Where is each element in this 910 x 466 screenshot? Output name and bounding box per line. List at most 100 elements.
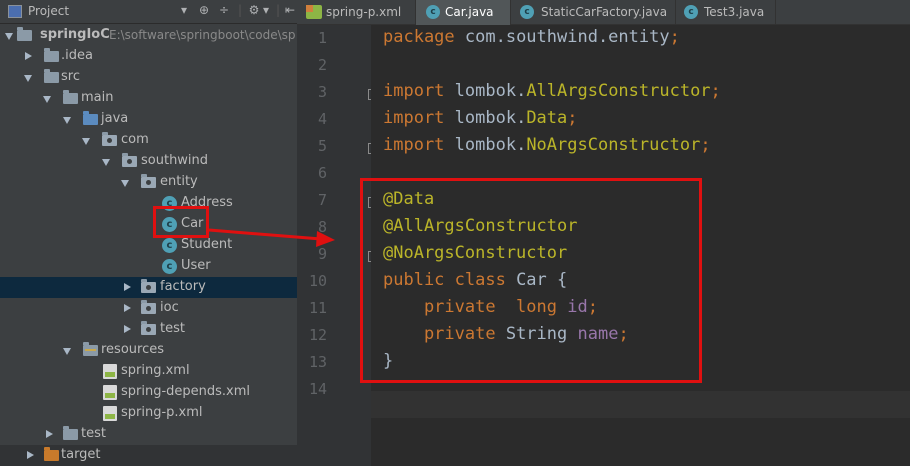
tree-item-label: java [101, 111, 129, 126]
locate-icon[interactable]: ⊕ [196, 3, 212, 17]
tree-item-label: spring-depends.xml [121, 384, 251, 399]
tree-item-address[interactable]: c Address [0, 193, 297, 214]
tree-item-test-package[interactable]: test [0, 319, 297, 340]
tree-item-spring-p-xml[interactable]: spring-p.xml [0, 403, 297, 424]
expanded-arrow-icon[interactable] [24, 75, 32, 82]
xml-file-icon [103, 385, 117, 400]
code-token: package [383, 27, 455, 47]
package-icon [141, 174, 156, 188]
tab-static-car-factory-java[interactable]: c StaticCarFactory.java [511, 0, 676, 25]
line-number: 4 [317, 110, 327, 128]
line-number: 1 [317, 29, 327, 47]
tree-item-spring-depends-xml[interactable]: spring-depends.xml [0, 382, 297, 403]
expanded-arrow-icon[interactable] [63, 117, 71, 124]
tree-item-label: springIoC [40, 27, 110, 42]
excluded-folder-icon [44, 447, 59, 461]
tree-item-user[interactable]: c User [0, 256, 297, 277]
collapsed-arrow-icon[interactable] [124, 304, 131, 312]
xml-file-icon [306, 5, 322, 19]
expanded-arrow-icon[interactable] [121, 180, 129, 187]
package-icon [102, 132, 117, 146]
folder-icon [44, 69, 59, 83]
expanded-arrow-icon[interactable] [43, 96, 51, 103]
expanded-arrow-icon[interactable] [102, 159, 110, 166]
expanded-arrow-icon[interactable] [63, 348, 71, 355]
tree-item-label: User [181, 258, 211, 273]
view-dropdown-icon[interactable]: ▾ [176, 3, 192, 17]
tree-item-ioc[interactable]: ioc [0, 298, 297, 319]
tab-label: spring-p.xml [326, 5, 402, 19]
tree-item-idea[interactable]: .idea [0, 46, 297, 67]
project-icon [8, 5, 22, 18]
line-number: 14 [308, 380, 327, 398]
tree-item-entity[interactable]: entity [0, 172, 297, 193]
tree-item-resources[interactable]: resources [0, 340, 297, 361]
tree-item-test[interactable]: test [0, 424, 297, 445]
tree-item-label: main [81, 90, 114, 105]
tree-item-spring-xml[interactable]: spring.xml [0, 361, 297, 382]
collapse-icon[interactable]: ÷ [216, 3, 232, 17]
tree-item-java[interactable]: java [0, 109, 297, 130]
class-icon: c [520, 5, 534, 19]
expanded-arrow-icon[interactable] [82, 138, 90, 145]
code-token: lombok. [444, 108, 527, 128]
tree-item-label: spring.xml [121, 363, 190, 378]
current-line-highlight [371, 391, 910, 418]
package-icon [122, 153, 137, 167]
collapsed-arrow-icon[interactable] [124, 325, 131, 333]
tab-label: Car.java [445, 5, 494, 19]
hide-panel-icon[interactable]: ⇤ [282, 3, 297, 17]
collapsed-arrow-icon[interactable] [46, 430, 53, 438]
code-token: ; [669, 27, 680, 47]
tab-test3-java[interactable]: c Test3.java [676, 0, 776, 25]
code-token: Data [526, 108, 568, 128]
code-token: import [383, 135, 445, 155]
line-number: 3 [317, 83, 327, 101]
line-number: 13 [308, 353, 327, 371]
tree-item-label: ioc [160, 300, 179, 315]
folder-icon [44, 48, 59, 62]
expanded-arrow-icon[interactable] [5, 33, 13, 40]
tree-item-main[interactable]: main [0, 88, 297, 109]
code-line: import lombok.AllArgsConstructor; [383, 81, 721, 108]
line-number: 11 [308, 299, 327, 317]
collapsed-arrow-icon[interactable] [124, 283, 131, 291]
tree-item-label: southwind [141, 153, 209, 168]
code-token: lombok. [444, 81, 527, 101]
resources-folder-icon [83, 342, 98, 356]
tree-item-label: resources [101, 342, 165, 357]
code-token: lombok. [444, 135, 527, 155]
xml-file-icon [103, 364, 117, 379]
tab-label: StaticCarFactory.java [541, 5, 668, 19]
tree-item-com[interactable]: com [0, 130, 297, 151]
line-number: 5 [317, 137, 327, 155]
tree-item-springioc[interactable]: springIoC E:\software\springboot\code\sp [0, 25, 297, 46]
line-number: 7 [317, 191, 327, 209]
tree-item-src[interactable]: src [0, 67, 297, 88]
code-token: import [383, 81, 445, 101]
tree-item-label: com [121, 132, 149, 147]
tree-item-label: .idea [61, 48, 93, 63]
source-folder-icon [83, 111, 98, 125]
tab-car-java[interactable]: c Car.java [416, 0, 511, 25]
code-line: import lombok.NoArgsConstructor; [383, 135, 711, 162]
car-tree-highlight-box [153, 206, 209, 238]
tree-item-label: test [160, 321, 185, 336]
collapsed-arrow-icon[interactable] [27, 451, 34, 459]
package-icon [141, 279, 156, 293]
tree-item-factory[interactable]: factory [0, 277, 297, 298]
xml-file-icon [103, 406, 117, 421]
project-title[interactable]: Project [28, 4, 69, 18]
tree-item-southwind[interactable]: southwind [0, 151, 297, 172]
project-header: Project ▾ ⊕ ÷ | ⚙ ▾ | ⇤ [0, 0, 297, 24]
tab-spring-p-xml[interactable]: spring-p.xml [297, 0, 416, 25]
editor-tab-bar: spring-p.xml c Car.java c StaticCarFacto… [297, 0, 910, 25]
line-number: 10 [308, 272, 327, 290]
collapsed-arrow-icon[interactable] [25, 52, 32, 60]
package-icon [141, 300, 156, 314]
code-token: AllArgsConstructor [526, 81, 711, 101]
tree-item-target[interactable]: target [0, 445, 297, 466]
module-path: E:\software\springboot\code\sp [109, 28, 296, 42]
code-token: ; [700, 135, 711, 155]
code-line: import lombok.Data; [383, 108, 578, 135]
